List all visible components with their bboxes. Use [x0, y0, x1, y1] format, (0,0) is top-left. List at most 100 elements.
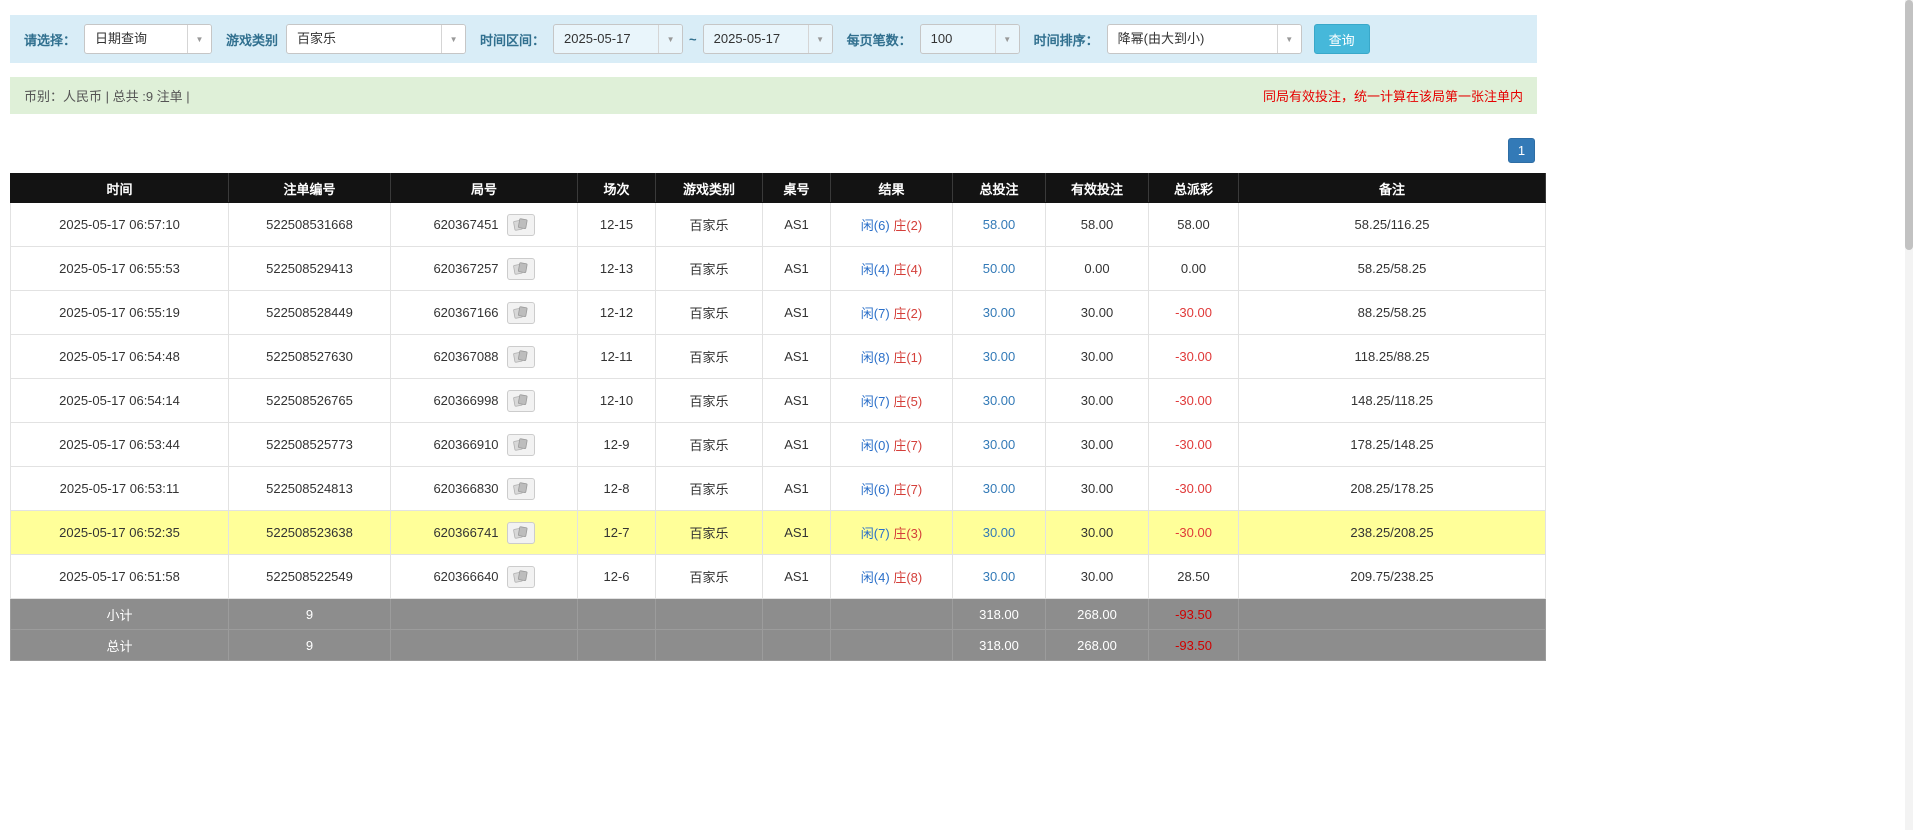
cell-valid-bet: 30.00: [1045, 290, 1149, 335]
cell-total-bet[interactable]: 30.00: [952, 554, 1046, 599]
table-row[interactable]: 2025-05-17 06:51:58 522508522549 620366640…: [10, 554, 1546, 599]
result-banker: 庄(2): [893, 218, 923, 233]
cell-payout: -30.00: [1148, 510, 1239, 555]
round-detail-button[interactable]: [506, 345, 535, 368]
chevron-down-icon: ▼: [1276, 25, 1301, 53]
table-row[interactable]: 2025-05-17 06:55:19 522508528449 620367166…: [10, 290, 1546, 335]
table-row[interactable]: 2025-05-17 06:53:11 522508524813 620366830…: [10, 466, 1546, 511]
summary-valid-bet: 268.00: [1045, 598, 1149, 630]
cell-total-bet[interactable]: 30.00: [952, 510, 1046, 555]
summary-empty-cell: [830, 598, 953, 630]
time-sort-select[interactable]: 降幂(由大到小) ▼: [1106, 24, 1302, 54]
cell-time: 2025-05-17 06:52:35: [10, 510, 229, 555]
cell-total-bet[interactable]: 30.00: [952, 466, 1046, 511]
cell-note: 178.25/148.25: [1238, 422, 1546, 467]
currency-summary-text: 币别：人民币 | 总共 :9 注单 |: [24, 89, 190, 104]
cell-total-bet[interactable]: 30.00: [952, 334, 1046, 379]
page-button-1[interactable]: 1: [1508, 138, 1535, 163]
cell-game-type: 百家乐: [655, 378, 763, 423]
date-to-select[interactable]: 2025-05-17 ▼: [702, 24, 833, 54]
round-number: 620366830: [433, 481, 499, 496]
cell-total-bet[interactable]: 30.00: [952, 290, 1046, 335]
game-type-select[interactable]: 百家乐 ▼: [286, 24, 467, 54]
result-player: 闲(7): [860, 526, 890, 541]
cards-icon: [513, 306, 528, 319]
filter-bar: 请选择： 日期查询 ▼ 游戏类别 百家乐 ▼ 时间区间： 2025-05-17 …: [10, 15, 1537, 63]
date-from-select[interactable]: 2025-05-17 ▼: [553, 24, 684, 54]
result-player: 闲(4): [860, 262, 890, 277]
cell-valid-bet: 58.00: [1045, 202, 1149, 247]
cell-table-no: AS1: [762, 334, 831, 379]
summary-empty-cell: [1238, 598, 1546, 630]
query-type-select[interactable]: 日期查询 ▼: [84, 24, 213, 54]
summary-row: 总计 9 318.00 268.00 -93.50: [10, 629, 1546, 661]
result-banker: 庄(5): [893, 394, 923, 409]
cell-result: 闲(7) 庄(2): [830, 290, 953, 335]
cell-note: 118.25/88.25: [1238, 334, 1546, 379]
cell-game-type: 百家乐: [655, 202, 763, 247]
result-player: 闲(8): [860, 350, 890, 365]
result-banker: 庄(7): [893, 482, 923, 497]
cell-payout: -30.00: [1148, 466, 1239, 511]
cell-table-no: AS1: [762, 510, 831, 555]
round-number: 620367451: [433, 217, 499, 232]
cell-result: 闲(6) 庄(2): [830, 202, 953, 247]
cell-total-bet[interactable]: 30.00: [952, 422, 1046, 467]
table-header-row: 时间 注单编号 局号 场次 游戏类别 桌号 结果 总投注 有效投注 总派彩 备注: [10, 173, 1546, 203]
summary-payout: -93.50: [1148, 598, 1239, 630]
cell-table-no: AS1: [762, 290, 831, 335]
cell-total-bet[interactable]: 50.00: [952, 246, 1046, 291]
cell-total-bet[interactable]: 58.00: [952, 202, 1046, 247]
table-row[interactable]: 2025-05-17 06:52:35 522508523638 620366741…: [10, 510, 1546, 555]
round-detail-button[interactable]: [506, 433, 535, 456]
column-header: 时间: [10, 173, 229, 203]
cell-game-type: 百家乐: [655, 246, 763, 291]
summary-empty-cell: [830, 629, 953, 661]
round-detail-button[interactable]: [506, 389, 535, 412]
time-sort-label: 时间排序：: [1033, 32, 1099, 48]
round-detail-button[interactable]: [506, 521, 535, 544]
cell-result: 闲(4) 庄(8): [830, 554, 953, 599]
page-size-select[interactable]: 100 ▼: [919, 24, 1020, 54]
cell-session: 12-7: [577, 510, 656, 555]
table-row[interactable]: 2025-05-17 06:54:48 522508527630 620367088…: [10, 334, 1546, 379]
cards-icon: [513, 350, 528, 363]
cell-session: 12-11: [577, 334, 656, 379]
cell-total-bet[interactable]: 30.00: [952, 378, 1046, 423]
cell-result: 闲(8) 庄(1): [830, 334, 953, 379]
result-banker: 庄(3): [893, 526, 923, 541]
round-detail-button[interactable]: [506, 565, 535, 588]
round-number: 620367166: [433, 305, 499, 320]
scrollbar[interactable]: [1905, 0, 1913, 830]
result-player: 闲(6): [860, 482, 890, 497]
round-number: 620366910: [433, 437, 499, 452]
summary-label: 总计: [10, 629, 229, 661]
notice-text: 同局有效投注，统一计算在该局第一张注单内: [1262, 89, 1523, 104]
cell-session: 12-9: [577, 422, 656, 467]
cell-bet-id: 522508527630: [228, 334, 391, 379]
table-row[interactable]: 2025-05-17 06:53:44 522508525773 620366910…: [10, 422, 1546, 467]
column-header: 场次: [577, 173, 656, 203]
column-header: 结果: [830, 173, 953, 203]
scrollbar-thumb[interactable]: [1905, 0, 1913, 250]
cell-bet-id: 522508528449: [228, 290, 391, 335]
cell-valid-bet: 30.00: [1045, 422, 1149, 467]
round-detail-button[interactable]: [506, 477, 535, 500]
result-player: 闲(0): [860, 438, 890, 453]
table-row[interactable]: 2025-05-17 06:55:53 522508529413 620367257…: [10, 246, 1546, 291]
summary-empty-cell: [762, 598, 831, 630]
cell-table-no: AS1: [762, 246, 831, 291]
query-button[interactable]: 查询: [1313, 24, 1370, 54]
round-detail-button[interactable]: [506, 301, 535, 324]
chevron-down-icon: ▼: [807, 25, 832, 53]
round-detail-button[interactable]: [506, 257, 535, 280]
round-detail-button[interactable]: [506, 213, 535, 236]
table-row[interactable]: 2025-05-17 06:54:14 522508526765 620366998…: [10, 378, 1546, 423]
cell-table-no: AS1: [762, 422, 831, 467]
cell-time: 2025-05-17 06:57:10: [10, 202, 229, 247]
column-header: 总派彩: [1148, 173, 1239, 203]
table-row[interactable]: 2025-05-17 06:57:10 522508531668 620367451…: [10, 202, 1546, 247]
result-banker: 庄(2): [893, 306, 923, 321]
summary-total-bet: 318.00: [952, 598, 1046, 630]
cards-icon: [513, 526, 528, 539]
